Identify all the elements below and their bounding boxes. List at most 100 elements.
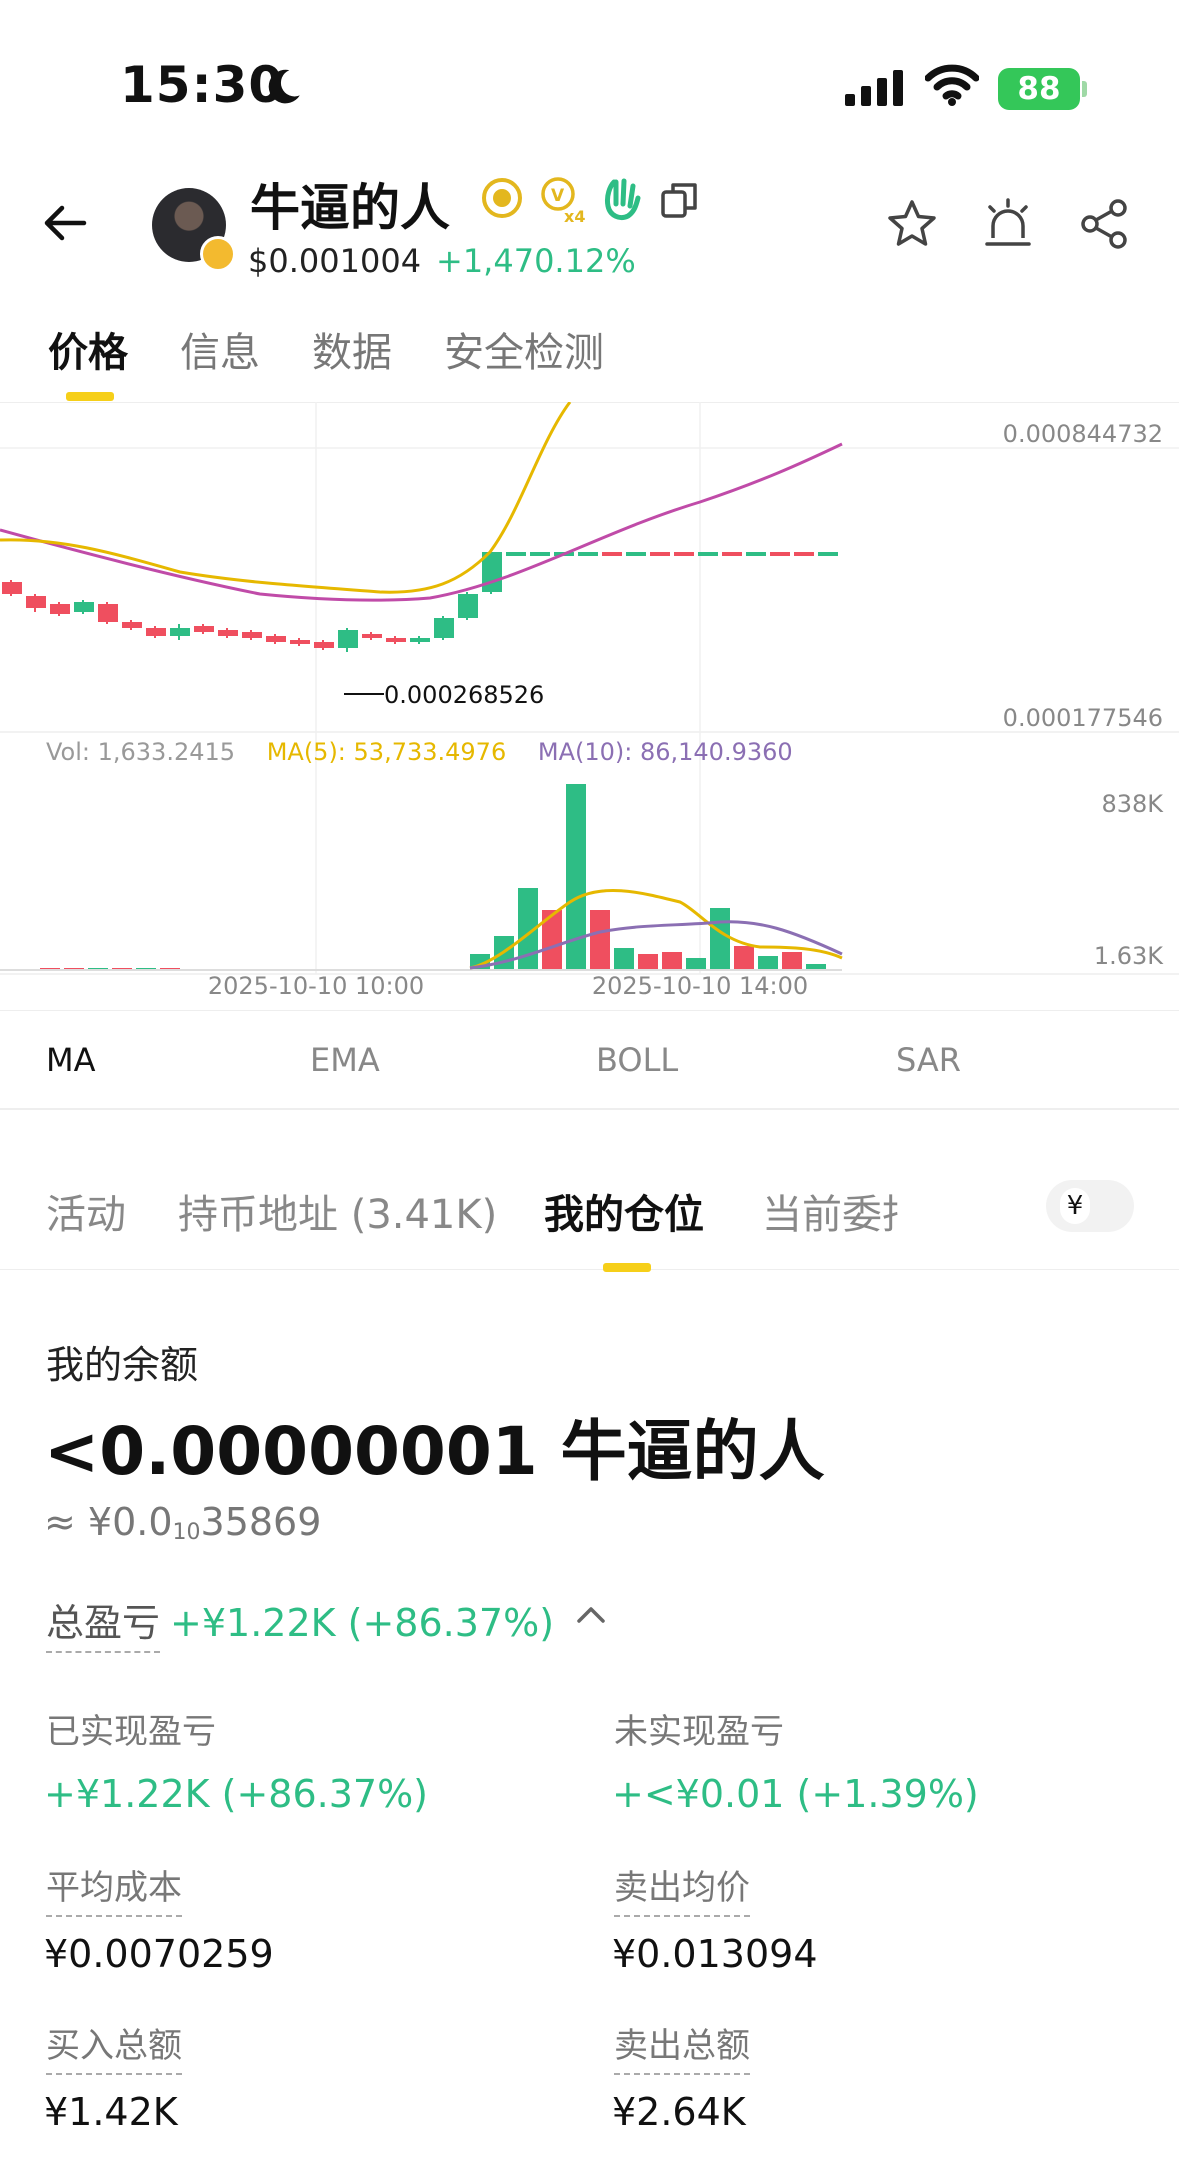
candle-body: [674, 552, 694, 556]
balance-cny-prefix: ≈ ¥0.0: [44, 1500, 173, 1544]
candle-body: [770, 552, 790, 556]
x-axis-label: 2025-10-10 10:00: [208, 972, 424, 1000]
hand-wave-icon[interactable]: [600, 176, 642, 222]
currency-symbol: ¥: [1060, 1188, 1090, 1224]
balance-cny-zero-count: 10: [172, 1520, 201, 1545]
candle-body: [122, 622, 142, 628]
avg-cost-label[interactable]: 平均成本: [46, 1860, 182, 1917]
verified-badge-icon[interactable]: [480, 176, 524, 220]
candle-body: [50, 604, 70, 614]
candle-body: [338, 630, 358, 648]
candle-body: [650, 552, 670, 556]
chain-badge-icon: [200, 236, 236, 272]
volume-bar: [758, 956, 778, 970]
indicator-sar[interactable]: SAR: [896, 1041, 961, 1079]
candle-body: [458, 594, 478, 618]
tab-price[interactable]: 价格: [48, 320, 128, 378]
total-pnl-label: 总盈亏: [46, 1601, 161, 1653]
candle-body: [266, 636, 286, 642]
balance-label: 我的余额: [46, 1343, 199, 1387]
legend-vol: Vol: 1,633.2415: [46, 738, 236, 766]
volume-bars: [0, 784, 842, 971]
candle-body: [626, 552, 646, 556]
volume-min-label: 1.63K: [1094, 942, 1164, 970]
subtab-holders[interactable]: 持币地址 (3.41K): [178, 1182, 497, 1240]
tab-info[interactable]: 信息: [180, 320, 260, 378]
candle-body: [794, 552, 814, 556]
copy-icon[interactable]: [660, 180, 700, 220]
star-favorite-icon[interactable]: [884, 196, 940, 252]
indicator-selector: MA EMA BOLL SAR: [0, 1010, 1179, 1110]
candle-body: [578, 552, 598, 556]
candle-body: [74, 602, 94, 612]
indicator-ma[interactable]: MA: [46, 1041, 96, 1079]
balance-cny-suffix: 35869: [200, 1500, 322, 1544]
total-pnl-value: +¥1.22K (+86.37%): [170, 1601, 555, 1645]
unrealized-pnl-label: 未实现盈亏: [614, 1712, 784, 1752]
volume-bar: [590, 910, 610, 970]
realized-pnl-value: +¥1.22K (+86.37%): [44, 1772, 429, 1816]
volume-bar: [638, 954, 658, 970]
volume-bar: [662, 952, 682, 970]
volume-bar: [782, 952, 802, 970]
price-high-label: 0.000844732: [1003, 420, 1163, 448]
battery-indicator: 88: [998, 68, 1080, 110]
total-pnl-row[interactable]: 总盈亏 +¥1.22K (+86.37%): [46, 1592, 555, 1653]
candle-body: [242, 632, 262, 638]
legend-ma10: MA(10): 86,140.9360: [537, 738, 793, 766]
subtab-active-indicator: [603, 1263, 651, 1272]
candle-body: [314, 642, 334, 648]
candle-body: [290, 640, 310, 644]
subtab-activity[interactable]: 活动: [46, 1182, 126, 1240]
position-subtabs: 活动 持币地址 (3.41K) 我的仓位 当前委托: [0, 1170, 1179, 1272]
avg-sell-label[interactable]: 卖出均价: [614, 1860, 750, 1917]
avg-sell-value: ¥0.013094: [612, 1932, 818, 1976]
tab-security[interactable]: 安全检测: [444, 320, 604, 378]
candle-body: [698, 552, 718, 556]
indicator-ema[interactable]: EMA: [310, 1041, 380, 1079]
avg-cost-value: ¥0.0070259: [44, 1932, 274, 1976]
price-chart[interactable]: 0.000268526 0.000844732 0.000177546 838K…: [0, 402, 1179, 1000]
sell-total-label[interactable]: 卖出总额: [614, 2018, 750, 2075]
candle-body: [98, 604, 118, 622]
price-low-label: 0.000177546: [1003, 704, 1163, 732]
buy-total-label[interactable]: 买入总额: [46, 2018, 182, 2075]
candle-body: [2, 582, 22, 594]
unrealized-pnl-value: +<¥0.01 (+1.39%): [612, 1772, 979, 1816]
candlestick-series: [2, 552, 838, 652]
share-icon[interactable]: [1076, 196, 1132, 252]
x-axis-label: 2025-10-10 14:00: [592, 972, 808, 1000]
candle-body: [530, 552, 550, 556]
token-change-percent: +1,470.12%: [436, 242, 636, 280]
status-time: 15:30: [120, 56, 285, 114]
candle-body: [722, 552, 742, 556]
moon-icon: [268, 69, 300, 104]
token-price: $0.001004: [248, 242, 422, 280]
back-arrow-icon[interactable]: [40, 198, 90, 248]
tab-active-indicator: [66, 392, 114, 401]
v-multiplier-badge-icon[interactable]: V x4: [538, 176, 588, 226]
ma-long-line: [0, 442, 843, 602]
candle-body: [194, 626, 214, 632]
candle-body: [218, 630, 238, 636]
balance-amount: <0.00000001 牛逼的人: [44, 1413, 825, 1490]
indicator-boll[interactable]: BOLL: [596, 1041, 678, 1079]
volume-bar: [686, 958, 706, 970]
tab-data[interactable]: 数据: [312, 320, 392, 378]
candle-body: [506, 552, 526, 556]
cellular-signal-icon: [845, 70, 903, 106]
currency-toggle[interactable]: ¥: [1046, 1180, 1134, 1232]
price-alert-icon[interactable]: [980, 196, 1036, 252]
candle-body: [146, 628, 166, 636]
candle-body: [362, 634, 382, 638]
svg-text:x4: x4: [564, 207, 585, 226]
volume-legend: Vol: 1,633.2415 MA(5): 53,733.4976 MA(10…: [46, 738, 817, 766]
chevron-up-icon[interactable]: [575, 1602, 607, 1626]
candle-body: [386, 638, 406, 642]
candle-body: [434, 618, 454, 638]
subtab-open-orders[interactable]: 当前委托: [762, 1182, 898, 1240]
wifi-icon: [925, 64, 979, 106]
subtab-my-position[interactable]: 我的仓位: [544, 1182, 704, 1240]
buy-total-value: ¥1.42K: [44, 2090, 178, 2134]
candle-body: [26, 596, 46, 608]
